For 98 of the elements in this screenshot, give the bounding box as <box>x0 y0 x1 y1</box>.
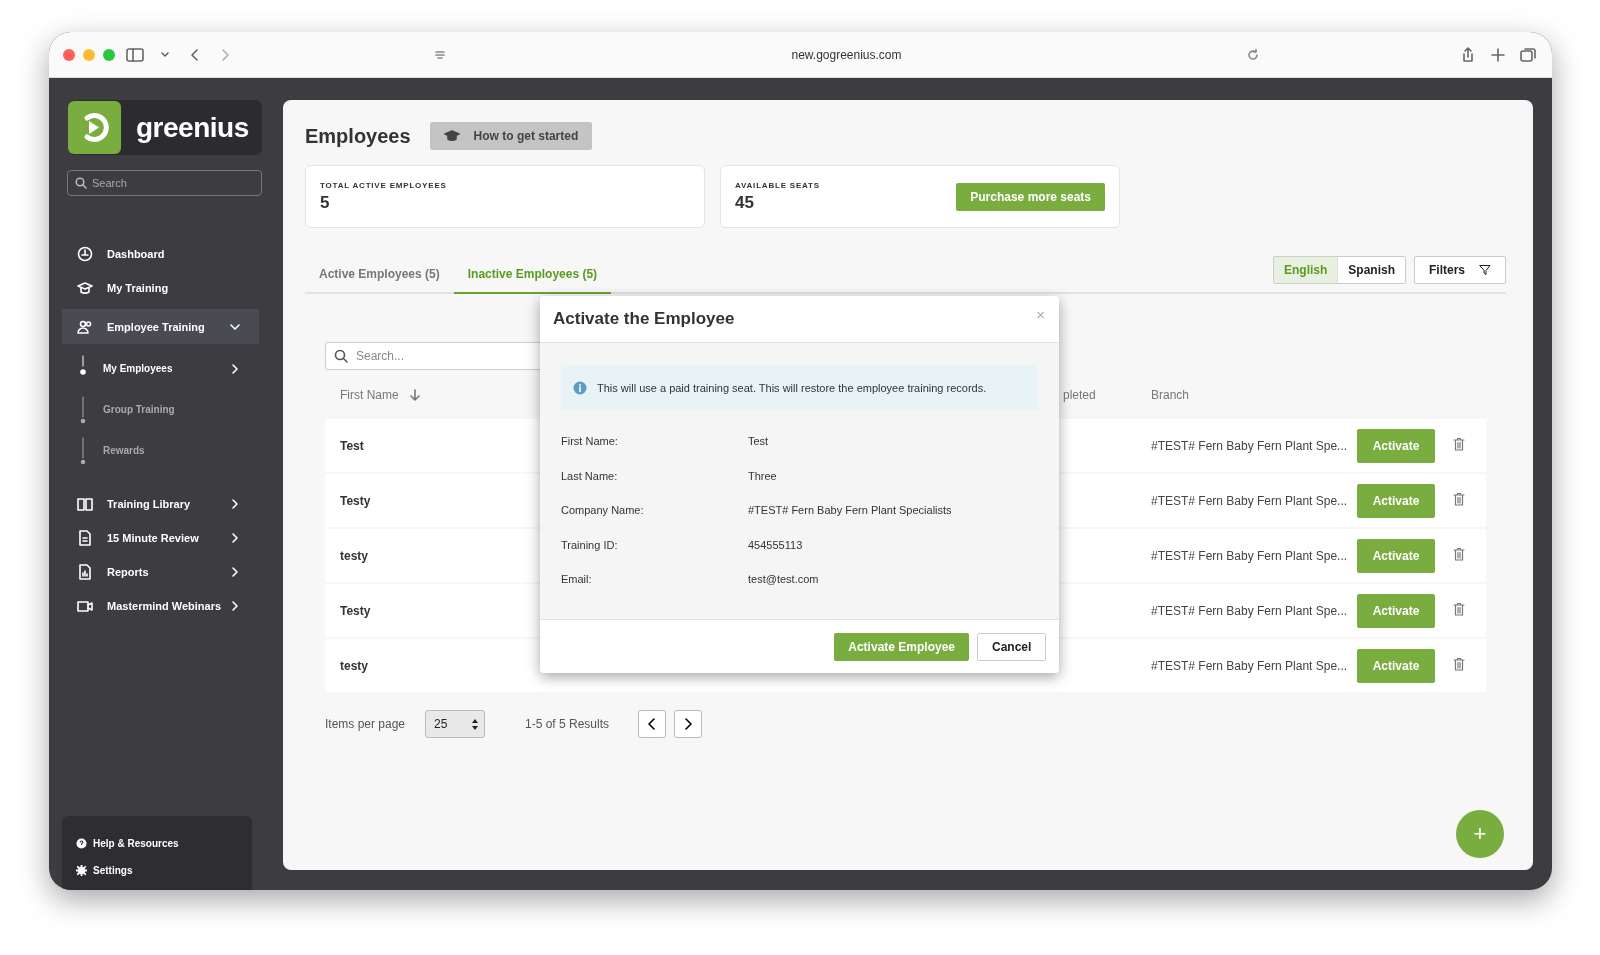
table-cell: testy <box>340 658 368 673</box>
footer-link[interactable]: Settings <box>76 857 252 884</box>
help-button[interactable]: How to get started <box>429 122 593 150</box>
gear-icon <box>76 865 87 876</box>
stat-value: 5 <box>320 192 331 213</box>
items-per-page-label: Items per page <box>325 717 407 731</box>
search-icon <box>75 177 87 189</box>
search-field[interactable]: Search <box>67 170 262 196</box>
activate-button[interactable]: Activate <box>1357 428 1435 463</box>
activate-button[interactable]: Activate <box>1357 483 1435 518</box>
nav-item[interactable]: Reports <box>49 555 259 589</box>
chevron-right-icon <box>229 362 241 375</box>
table-cell: #TEST# Fern Baby Fern Plant Spe... <box>1151 603 1348 618</box>
logo-mark-icon <box>68 101 121 154</box>
table-cell: #TEST# Fern Baby Fern Plant Spe... <box>1151 493 1348 508</box>
table-cell: #TEST# Fern Baby Fern Plant Spe... <box>1151 658 1348 673</box>
field-value: Three <box>748 469 777 482</box>
purchase-seats-button[interactable]: Purchase more seats <box>956 182 1105 211</box>
filters-button[interactable]: Filters <box>1414 256 1506 284</box>
table-cell: testy <box>340 548 368 563</box>
nav-subitem[interactable]: Rewards <box>49 430 259 471</box>
language-toggle[interactable]: English <box>1273 257 1339 283</box>
activate-button[interactable]: Activate <box>1357 538 1435 573</box>
field-label: Training ID: <box>561 538 619 551</box>
trash-icon[interactable] <box>1453 437 1465 451</box>
chevron-right-icon <box>683 718 693 730</box>
field-label: Email: <box>561 573 593 586</box>
column-header[interactable]: pleted <box>1063 387 1096 402</box>
field-label: Company Name: <box>561 504 645 517</box>
previous-page-button[interactable] <box>638 710 666 738</box>
close-button[interactable]: × <box>1036 306 1045 323</box>
sort-down-arrow-icon[interactable] <box>408 388 421 401</box>
search-icon <box>334 349 348 363</box>
trash-icon[interactable] <box>1453 492 1465 506</box>
field-value: 454555113 <box>748 538 803 551</box>
chevron-left-icon <box>647 718 657 730</box>
stat-label: AVAILABLE SEATS <box>735 180 820 190</box>
book-icon <box>77 496 93 512</box>
table-cell: Test <box>340 438 364 453</box>
activate-button[interactable]: Activate <box>1357 593 1435 628</box>
sidebar-toggle-icon[interactable] <box>125 45 145 64</box>
field-value: #TEST# Fern Baby Fern Plant Specialists <box>748 504 952 517</box>
nav-item[interactable]: 15 Minute Review <box>49 521 259 555</box>
trash-icon[interactable] <box>1453 602 1465 616</box>
table-cell: Testy <box>340 603 371 618</box>
nav-item[interactable]: Mastermind Webinars <box>49 589 259 623</box>
add-button[interactable]: + <box>1456 810 1504 858</box>
tree-line-icon <box>79 435 87 466</box>
nav-item[interactable]: My Training <box>49 271 259 305</box>
people-icon <box>77 318 93 335</box>
table-cell: #TEST# Fern Baby Fern Plant Spe... <box>1151 548 1348 563</box>
next-page-button[interactable] <box>674 710 702 738</box>
document-icon <box>77 530 93 546</box>
tree-line-icon <box>79 394 87 425</box>
activate-button[interactable]: Activate <box>1357 648 1435 683</box>
stat-label: TOTAL ACTIVE EMPLOYEES <box>320 180 447 190</box>
column-header[interactable]: First Name <box>340 387 399 402</box>
activate-employee-button[interactable]: Activate Employee <box>834 632 969 661</box>
language-toggle[interactable]: Spanish <box>1338 257 1405 283</box>
results-summary: 1-5 of 5 Results <box>525 717 611 731</box>
field-label: First Name: <box>561 435 619 448</box>
graduation-cap-icon <box>77 280 93 296</box>
info-text: This will use a paid training seat. This will restore the employee training records. <box>597 381 987 394</box>
help-icon <box>76 838 87 849</box>
items-per-page-select[interactable]: 25 <box>425 710 485 738</box>
video-camera-icon <box>77 598 93 614</box>
dashboard-gauge-icon <box>77 246 93 262</box>
table-cell: Testy <box>340 493 371 508</box>
column-header[interactable]: Branch <box>1151 387 1190 402</box>
field-value: test@test.com <box>748 573 819 586</box>
trash-icon[interactable] <box>1453 547 1465 561</box>
reload-icon[interactable] <box>1246 47 1260 62</box>
nav-item[interactable]: Employee Training <box>62 309 259 344</box>
stat-value: 45 <box>735 192 755 213</box>
nav-item[interactable]: Training Library <box>49 487 259 521</box>
url-text[interactable]: new.gogreenius.com <box>791 47 902 62</box>
cancel-button[interactable]: Cancel <box>977 632 1046 661</box>
window-control-icon[interactable] <box>63 48 75 61</box>
table-cell: #TEST# Fern Baby Fern Plant Spe... <box>1151 438 1348 453</box>
updown-arrows-icon <box>472 718 478 730</box>
filter-icon <box>1479 264 1491 276</box>
report-icon <box>77 564 93 580</box>
info-icon <box>573 380 587 395</box>
tabs-icon[interactable] <box>1518 45 1538 64</box>
tab[interactable]: Inactive Employees (5) <box>453 256 612 294</box>
dialog-title: Activate the Employee <box>553 309 735 329</box>
graduation-cap-icon <box>443 130 460 142</box>
nav-item[interactable]: Dashboard <box>49 237 259 271</box>
nav-subitem[interactable]: Group Training <box>49 389 259 430</box>
trash-icon[interactable] <box>1453 657 1465 671</box>
logo-text: greenius <box>136 111 249 144</box>
nav-subitem[interactable]: My Employees <box>49 348 259 389</box>
footer-link[interactable]: Help & Resources <box>76 830 252 857</box>
tab[interactable]: Active Employees (5) <box>305 256 454 294</box>
field-label: Last Name: <box>561 469 619 482</box>
plus-icon[interactable] <box>1488 45 1508 64</box>
field-value: Test <box>748 435 769 448</box>
page-title: Employees <box>305 124 411 148</box>
